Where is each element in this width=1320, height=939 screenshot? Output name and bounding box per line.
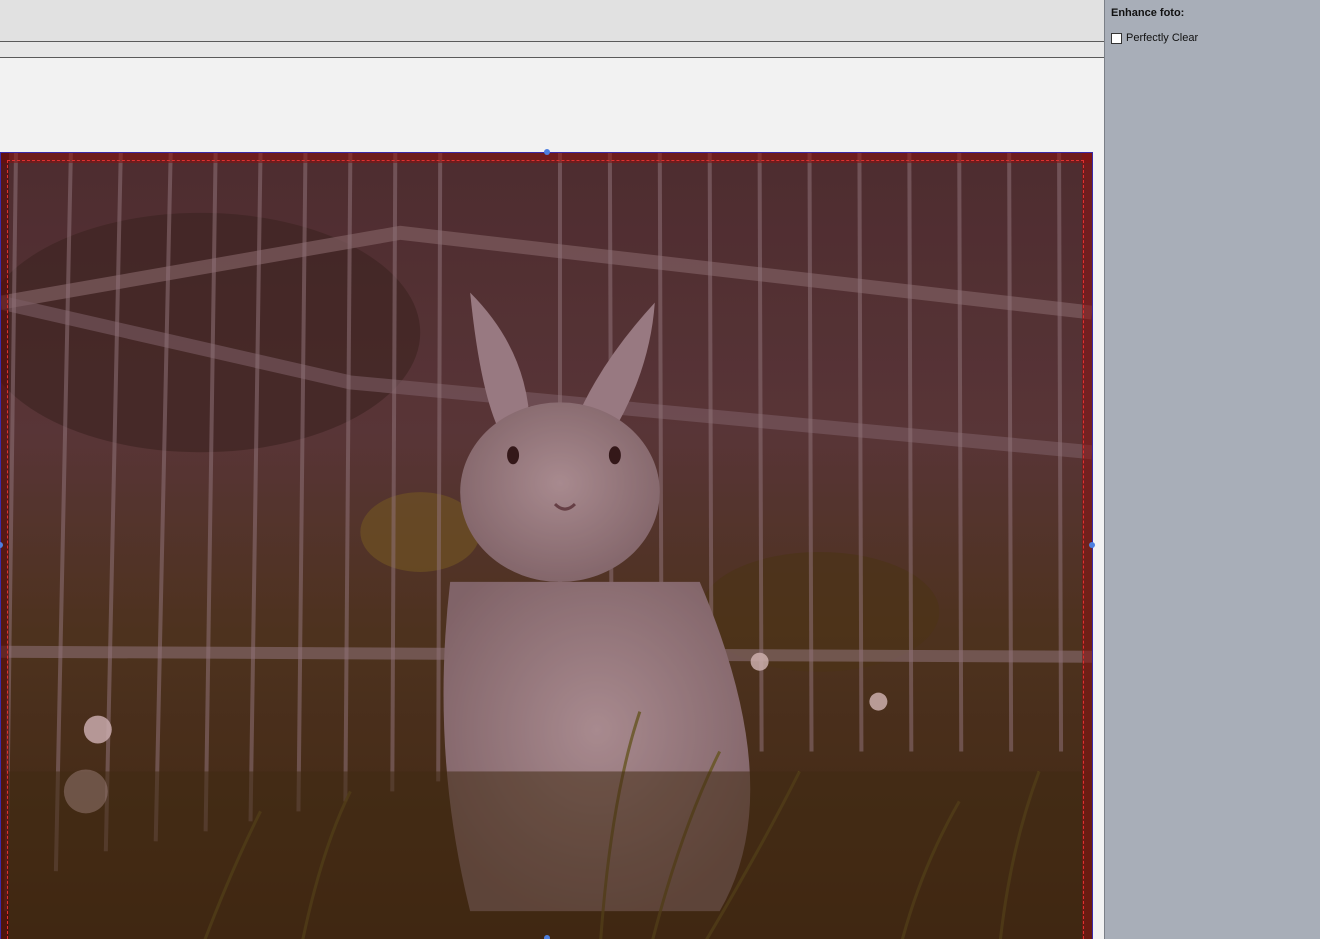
resize-handle-top[interactable] xyxy=(544,149,550,155)
perfectly-clear-option[interactable]: Perfectly Clear xyxy=(1111,32,1198,44)
enhance-panel: Enhance foto: Perfectly Clear xyxy=(1104,0,1320,939)
toolbar-ruler-strip xyxy=(0,42,1104,58)
top-toolbar xyxy=(0,0,1104,42)
perfectly-clear-checkbox[interactable] xyxy=(1111,32,1122,44)
rabbit-photo xyxy=(1,153,1092,939)
photo-element[interactable] xyxy=(0,152,1093,939)
canvas-area xyxy=(0,59,1104,939)
resize-handle-bottom[interactable] xyxy=(544,935,550,939)
perfectly-clear-label: Perfectly Clear xyxy=(1126,32,1199,44)
panel-title: Enhance foto: xyxy=(1111,7,1185,19)
resize-handle-right[interactable] xyxy=(1089,542,1095,548)
